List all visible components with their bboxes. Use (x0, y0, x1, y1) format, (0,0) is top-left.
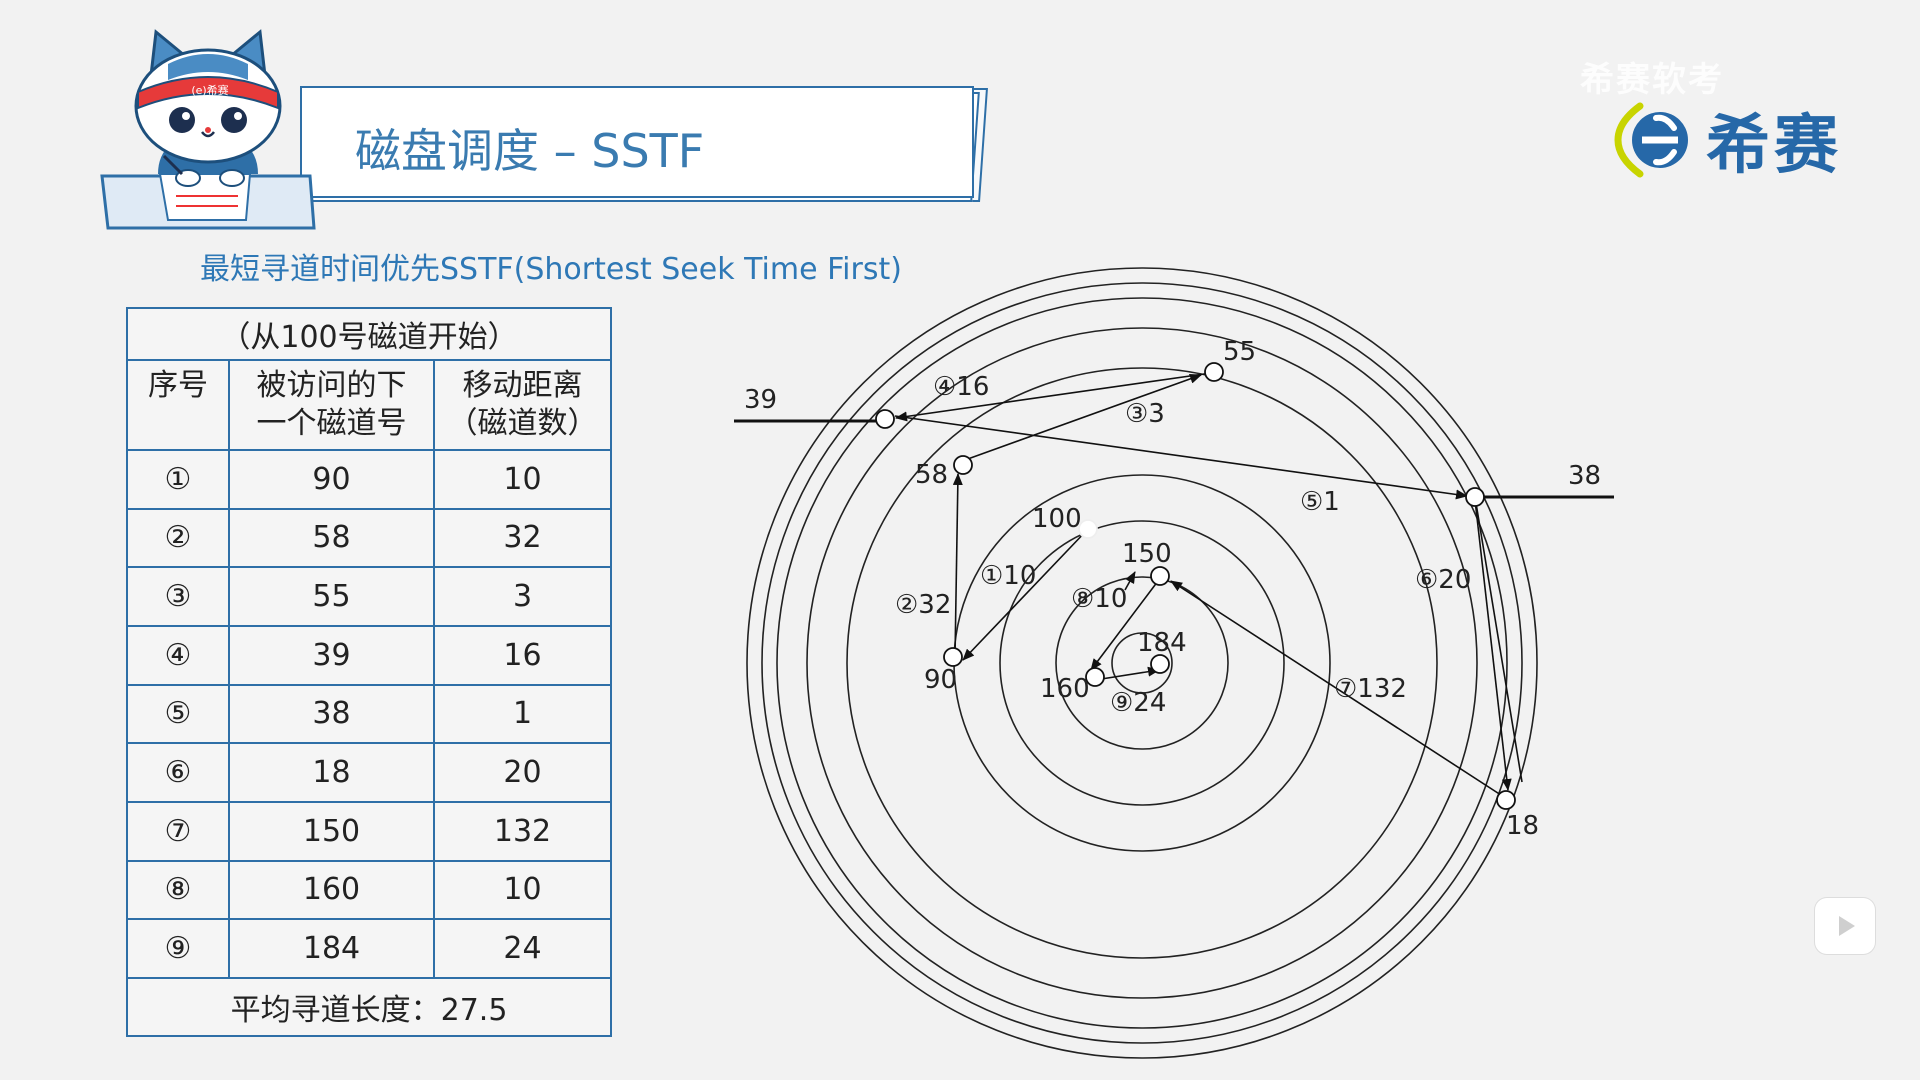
node-100 (1078, 519, 1098, 539)
node-150 (1150, 566, 1170, 586)
track-circle (953, 474, 1331, 852)
label-track-38: 38 (1568, 461, 1601, 491)
label-move-8: ⑧10 (1071, 584, 1127, 614)
label-move-2: ②32 (895, 590, 951, 620)
node-58 (953, 455, 973, 475)
label-move-4: ④16 (933, 372, 989, 402)
label-track-160: 160 (1040, 674, 1090, 704)
label-move-9: ⑨24 (1110, 688, 1166, 718)
node-55 (1204, 362, 1224, 382)
node-39 (875, 409, 895, 429)
label-move-5: ⑤1 (1300, 487, 1340, 517)
label-move-6: ⑥20 (1415, 565, 1471, 595)
label-track-150: 150 (1122, 539, 1172, 569)
label-track-39: 39 (744, 385, 777, 415)
play-button[interactable] (1815, 898, 1875, 954)
label-track-55: 55 (1223, 337, 1256, 367)
move-arrow-3 (964, 374, 1202, 461)
track-circle (846, 367, 1438, 959)
node-18 (1496, 790, 1516, 810)
label-move-1: ①10 (980, 561, 1036, 591)
label-move-3: ③3 (1125, 399, 1165, 429)
play-icon (1839, 916, 1855, 936)
node-38 (1465, 487, 1485, 507)
label-track-100: 100 (1032, 504, 1082, 534)
move-arrow-1 (962, 528, 1089, 661)
label-track-18: 18 (1506, 811, 1539, 841)
node-90 (943, 647, 963, 667)
label-move-7: ⑦132 (1334, 674, 1407, 704)
label-track-58: 58 (915, 460, 948, 490)
track-circle (746, 267, 1538, 1059)
label-track-90: 90 (924, 665, 957, 695)
disk-track-diagram: 100 90 58 55 39 38 18 150 160 184 ①10 ②3… (734, 267, 1614, 1059)
label-track-184: 184 (1137, 628, 1187, 658)
